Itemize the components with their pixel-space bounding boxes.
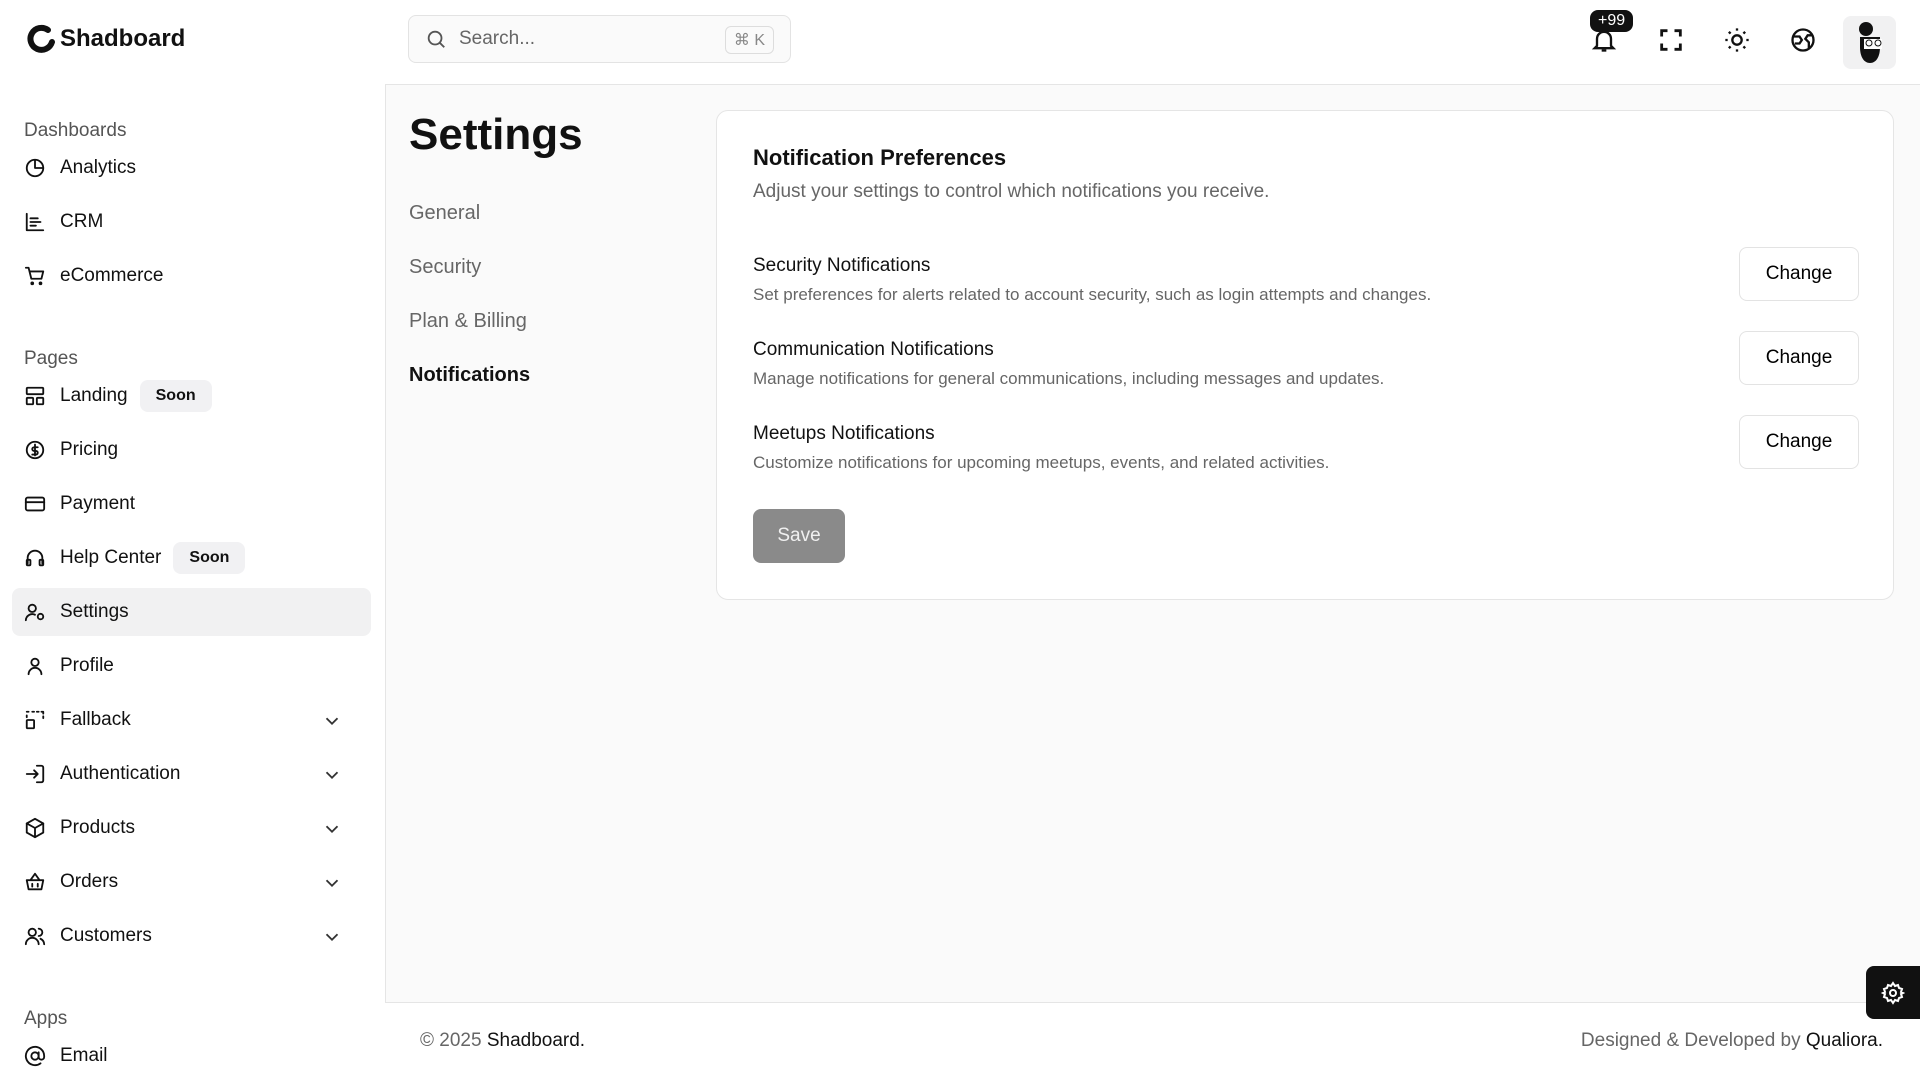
- search-placeholder: Search...: [459, 28, 536, 49]
- basket-icon: [25, 872, 45, 891]
- credit-card-icon: [24, 496, 46, 512]
- logo[interactable]: Shadboard: [26, 24, 185, 54]
- search-shortcut: ⌘ K: [724, 26, 774, 54]
- chevron-down-icon[interactable]: [321, 818, 343, 840]
- app-name: Shadboard: [60, 25, 186, 52]
- chevron-down-icon[interactable]: [321, 710, 343, 732]
- gear-icon: [1881, 980, 1905, 1005]
- sidebar-item-label: Help Center: [60, 547, 162, 568]
- chevron-down-icon[interactable]: [321, 926, 343, 948]
- sidebar-item-analytics[interactable]: Analytics: [12, 144, 371, 192]
- sidebar-item-label: Landing: [60, 385, 128, 406]
- card-title: Notification Preferences: [753, 145, 1007, 170]
- sidebar-item-label: Customers: [60, 925, 152, 946]
- user-cog-icon: [24, 603, 45, 622]
- footer-copyright: © 2025 Shadboard.: [420, 1030, 585, 1052]
- logo-icon: [27, 24, 55, 53]
- fallback-icon: [25, 710, 45, 730]
- globe-icon[interactable]: [1789, 26, 1817, 54]
- search-input[interactable]: Search... ⌘ K: [408, 15, 791, 63]
- sidebar-item-fallback[interactable]: Fallback: [12, 696, 371, 744]
- copyright-text: © 2025: [420, 1030, 482, 1051]
- sidebar-item-crm[interactable]: CRM: [12, 198, 371, 246]
- package-icon: [25, 817, 45, 839]
- chevron-down-icon[interactable]: [321, 764, 343, 786]
- sidebar-item-landing[interactable]: Landing Soon: [12, 372, 371, 420]
- notification-row-security: Security Notifications Set preferences f…: [753, 247, 1859, 325]
- search-icon: [427, 30, 445, 48]
- customizer-button[interactable]: [1866, 966, 1920, 1019]
- credit-link[interactable]: Qualiora.: [1806, 1030, 1883, 1051]
- sidebar-item-help-center[interactable]: Help Center Soon: [12, 534, 371, 582]
- chevron-down-icon[interactable]: [321, 872, 343, 894]
- sidebar-item-label: Profile: [60, 655, 114, 676]
- sidebar-item-payment[interactable]: Payment: [12, 480, 371, 528]
- headphones-icon: [25, 549, 45, 567]
- settings-nav-security[interactable]: Security: [409, 256, 481, 279]
- row-description: Set preferences for alerts related to ac…: [753, 285, 1432, 304]
- sidebar-item-label: Analytics: [60, 157, 137, 178]
- sidebar-item-orders[interactable]: Orders: [12, 858, 371, 906]
- sidebar-item-label: Fallback: [60, 709, 131, 730]
- at-icon: [24, 1045, 46, 1067]
- user-icon: [27, 657, 43, 676]
- sidebar-item-label: eCommerce: [60, 265, 164, 286]
- settings-nav-plan-billing[interactable]: Plan & Billing: [409, 310, 527, 333]
- fullscreen-icon[interactable]: [1657, 26, 1685, 54]
- layout-icon: [25, 386, 45, 406]
- avatar[interactable]: [1843, 16, 1896, 69]
- dollar-circle-icon: [25, 440, 45, 460]
- sidebar-item-products[interactable]: Products: [12, 804, 371, 852]
- settings-nav-notifications[interactable]: Notifications: [409, 364, 530, 387]
- row-title: Communication Notifications: [753, 339, 994, 360]
- sidebar-item-customers[interactable]: Customers: [12, 912, 371, 960]
- notification-row-meetups: Meetups Notifications Customize notifica…: [753, 415, 1859, 493]
- sidebar-item-pricing[interactable]: Pricing: [12, 426, 371, 474]
- users-icon: [24, 927, 46, 946]
- change-communication-button[interactable]: Change: [1739, 331, 1859, 385]
- sidebar-item-ecommerce[interactable]: eCommerce: [12, 252, 371, 300]
- change-meetups-button[interactable]: Change: [1739, 415, 1859, 469]
- credit-text: Designed & Developed by: [1580, 1030, 1801, 1051]
- sidebar-item-settings[interactable]: Settings: [12, 588, 371, 636]
- sidebar-group-label: Pages: [24, 348, 78, 369]
- change-security-button[interactable]: Change: [1739, 247, 1859, 301]
- theme-toggle-icon[interactable]: [1723, 26, 1751, 54]
- sidebar-item-label: Settings: [60, 601, 129, 622]
- soon-badge: Soon: [173, 542, 246, 574]
- sidebar-item-label: Products: [60, 817, 135, 838]
- row-description: Manage notifications for general communi…: [753, 369, 1385, 388]
- avatar-illustration-icon: [1858, 21, 1882, 63]
- cart-icon: [24, 266, 45, 286]
- footer-brand-link[interactable]: Shadboard.: [487, 1030, 585, 1051]
- notification-badge: +99: [1590, 10, 1634, 32]
- sidebar-item-label: Authentication: [60, 763, 181, 784]
- footer-divider: [385, 1002, 1920, 1003]
- sidebar-group-label: Apps: [24, 1008, 68, 1029]
- login-icon: [25, 764, 45, 784]
- row-description: Customize notifications for upcoming mee…: [753, 453, 1330, 472]
- sidebar-item-label: Payment: [60, 493, 135, 514]
- bar-chart-icon: [25, 212, 45, 232]
- sidebar-group-label: Dashboards: [24, 120, 127, 141]
- sidebar-item-label: Orders: [60, 871, 119, 892]
- settings-nav-general[interactable]: General: [409, 202, 480, 225]
- sidebar: Dashboards Analytics CRM eCommerce Pages Land…: [0, 84, 385, 1080]
- pie-chart-icon: [25, 158, 45, 178]
- notification-preferences-card: Notification Preferences Adjust your set…: [716, 110, 1894, 600]
- card-subtitle: Adjust your settings to control which no…: [753, 181, 1270, 202]
- sidebar-item-email[interactable]: Email: [12, 1032, 371, 1080]
- soon-badge: Soon: [139, 380, 212, 412]
- sidebar-item-profile[interactable]: Profile: [12, 642, 371, 690]
- page-title: Settings: [409, 110, 583, 159]
- sidebar-item-label: Pricing: [60, 439, 119, 460]
- footer-credit: Designed & Developed by Qualiora.: [1581, 1030, 1883, 1052]
- notification-row-communication: Communication Notifications Manage notif…: [753, 331, 1859, 409]
- sidebar-item-label: Email: [60, 1045, 108, 1066]
- row-title: Security Notifications: [753, 255, 931, 276]
- save-button[interactable]: Save: [753, 509, 845, 563]
- sidebar-item-authentication[interactable]: Authentication: [12, 750, 371, 798]
- sidebar-item-label: CRM: [60, 211, 104, 232]
- row-title: Meetups Notifications: [753, 423, 935, 444]
